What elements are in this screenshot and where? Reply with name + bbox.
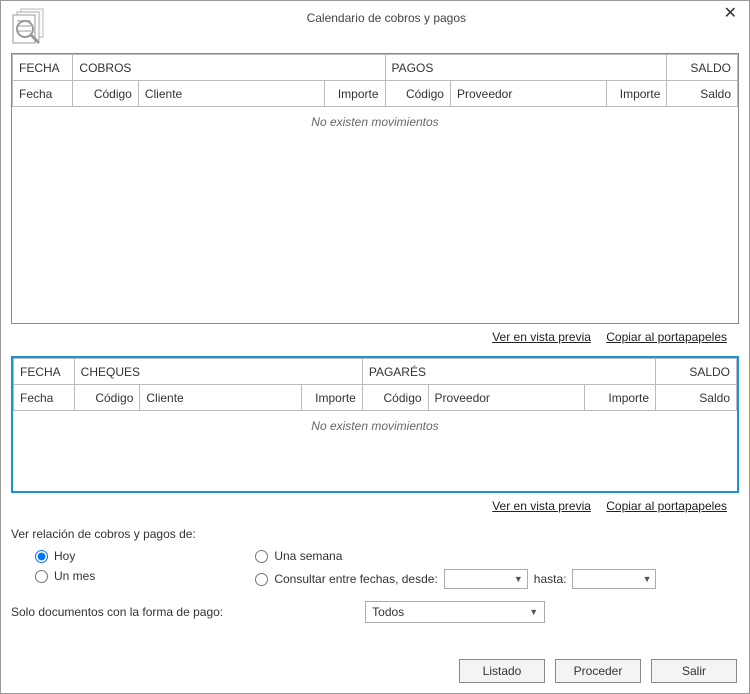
col-group-cheques: CHEQUES: [74, 359, 362, 385]
forma-pago-combo[interactable]: Todos ▼: [365, 601, 545, 623]
col-codigo-pagos[interactable]: Código: [385, 81, 450, 107]
radio-entre-fechas[interactable]: [255, 573, 268, 586]
radio-hoy[interactable]: [35, 550, 48, 563]
col-group-fecha2: FECHA: [14, 359, 75, 385]
fecha-hasta-combo[interactable]: ▼: [572, 569, 656, 589]
hasta-label: hasta:: [534, 572, 567, 586]
filters-heading: Ver relación de cobros y pagos de:: [11, 527, 739, 541]
listado-button[interactable]: Listado: [459, 659, 545, 683]
col-saldo[interactable]: Saldo: [667, 81, 738, 107]
col-group-saldo2: SALDO: [656, 359, 737, 385]
col-fecha2[interactable]: Fecha: [14, 385, 75, 411]
col-group-pagos: PAGOS: [385, 55, 667, 81]
col-group-saldo: SALDO: [667, 55, 738, 81]
empty-message: No existen movimientos: [12, 107, 738, 137]
col-fecha[interactable]: Fecha: [13, 81, 73, 107]
forma-pago-value: Todos: [372, 605, 404, 619]
col-codigo-cobros[interactable]: Código: [73, 81, 138, 107]
col-group-fecha: FECHA: [13, 55, 73, 81]
radio-entre-fechas-label[interactable]: Consultar entre fechas, desde:: [274, 572, 437, 586]
table2-body[interactable]: [13, 441, 737, 491]
col-importe-pagos[interactable]: Importe: [607, 81, 667, 107]
empty-message2: No existen movimientos: [13, 411, 737, 441]
col-cliente[interactable]: Cliente: [138, 81, 324, 107]
col-codigo-cheques[interactable]: Código: [74, 385, 140, 411]
col-codigo-pagares[interactable]: Código: [362, 385, 428, 411]
col-cliente2[interactable]: Cliente: [140, 385, 302, 411]
fecha-desde-combo[interactable]: ▼: [444, 569, 528, 589]
chevron-down-icon: ▼: [643, 574, 652, 584]
col-proveedor2[interactable]: Proveedor: [428, 385, 585, 411]
window-title: Calendario de cobros y pagos: [53, 7, 720, 25]
forma-pago-label: Solo documentos con la forma de pago:: [11, 605, 223, 619]
radio-unmes[interactable]: [35, 570, 48, 583]
radio-semana[interactable]: [255, 550, 268, 563]
col-group-pagares: PAGARÉS: [362, 359, 655, 385]
col-saldo2[interactable]: Saldo: [656, 385, 737, 411]
close-icon[interactable]: ✕: [720, 7, 741, 21]
ver-vista-previa-link[interactable]: Ver en vista previa: [492, 330, 591, 344]
radio-unmes-label[interactable]: Un mes: [54, 569, 95, 583]
col-importe-pagares[interactable]: Importe: [585, 385, 656, 411]
proceder-button[interactable]: Proceder: [555, 659, 641, 683]
copiar-portapapeles-link2[interactable]: Copiar al portapapeles: [606, 499, 727, 513]
col-importe-cheques[interactable]: Importe: [302, 385, 363, 411]
cheques-pagares-table: FECHA CHEQUES PAGARÉS SALDO Fecha Código…: [11, 356, 739, 493]
table1-body[interactable]: [12, 137, 738, 323]
radio-semana-label[interactable]: Una semana: [274, 549, 342, 563]
col-proveedor[interactable]: Proveedor: [450, 81, 606, 107]
col-importe-cobros[interactable]: Importe: [325, 81, 385, 107]
chevron-down-icon: ▼: [514, 574, 523, 584]
radio-hoy-label[interactable]: Hoy: [54, 549, 75, 563]
chevron-down-icon: ▼: [529, 607, 538, 617]
salir-button[interactable]: Salir: [651, 659, 737, 683]
ver-vista-previa-link2[interactable]: Ver en vista previa: [492, 499, 591, 513]
col-group-cobros: COBROS: [73, 55, 385, 81]
copiar-portapapeles-link[interactable]: Copiar al portapapeles: [606, 330, 727, 344]
report-icon: [9, 7, 53, 45]
cobros-pagos-table: FECHA COBROS PAGOS SALDO Fecha Código Cl…: [11, 53, 739, 324]
